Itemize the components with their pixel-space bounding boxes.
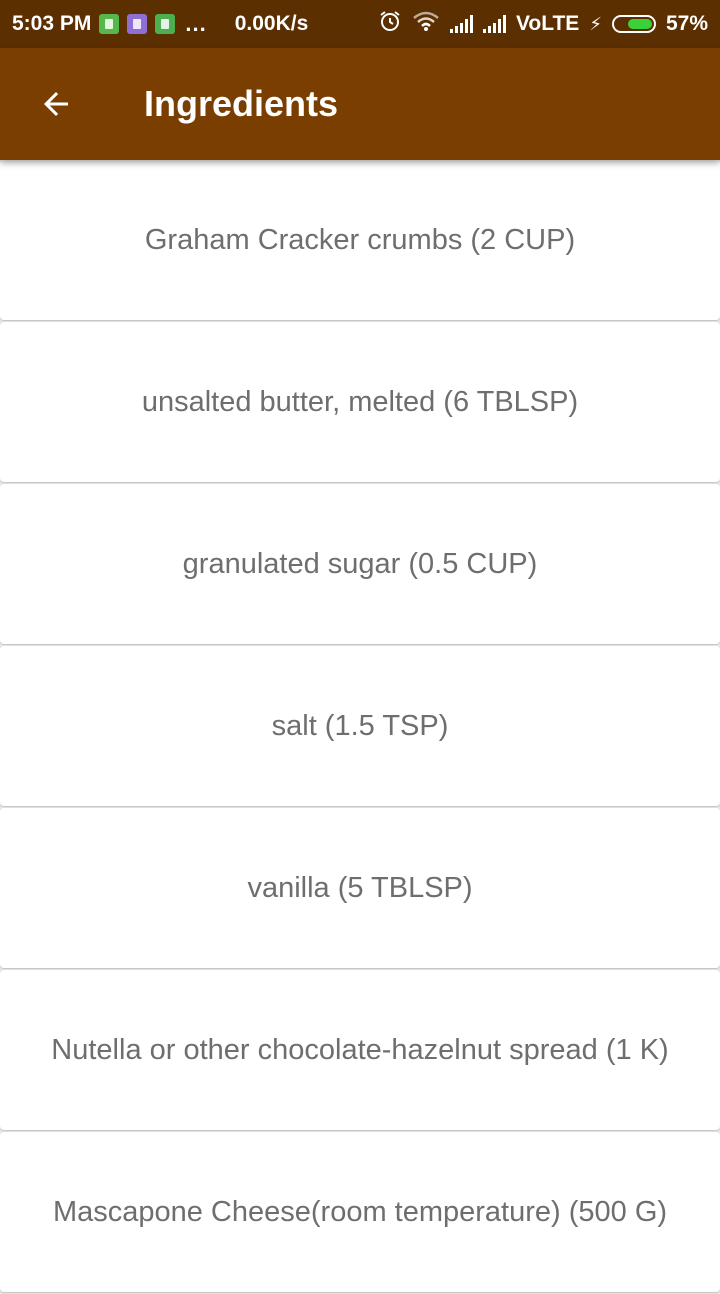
status-bar: 5:03 PM ... 0.00K/s VoLTE ⚡ 57%	[0, 0, 720, 48]
ingredient-label: Graham Cracker crumbs (2 CUP)	[144, 223, 576, 256]
ingredient-label: unsalted butter, melted (6 TBLSP)	[141, 385, 579, 418]
arrow-back-icon	[44, 92, 68, 116]
ingredient-card[interactable]: vanilla (5 TBLSP)	[0, 808, 720, 968]
app-bar: Ingredients	[0, 48, 720, 160]
ingredient-label: salt (1.5 TSP)	[271, 709, 449, 742]
ingredient-card[interactable]: Mascapone Cheese(room temperature) (500 …	[0, 1132, 720, 1292]
ingredient-label: Mascapone Cheese(room temperature) (500 …	[52, 1195, 668, 1228]
charging-icon: ⚡	[589, 13, 602, 34]
status-time: 5:03 PM	[12, 12, 92, 35]
ingredient-card[interactable]: granulated sugar (0.5 CUP)	[0, 484, 720, 644]
signal-icon	[482, 15, 506, 33]
back-button[interactable]	[28, 76, 84, 132]
alarm-icon	[378, 9, 402, 39]
network-speed: 0.00K/s	[234, 12, 309, 35]
network-type: VoLTE	[515, 12, 580, 35]
ingredient-label: vanilla (5 TBLSP)	[247, 871, 473, 904]
sim-notification-icon	[99, 14, 120, 34]
app-notification-icon	[127, 14, 148, 34]
ingredient-card[interactable]: unsalted butter, melted (6 TBLSP)	[0, 322, 720, 482]
ingredient-label: granulated sugar (0.5 CUP)	[182, 547, 538, 580]
page-title: Ingredients	[144, 83, 339, 124]
ingredient-card[interactable]: Nutella or other chocolate-hazelnut spre…	[0, 970, 720, 1130]
android-notification-icon	[155, 14, 176, 34]
battery-icon	[611, 15, 656, 33]
battery-percent: 57%	[665, 12, 708, 35]
more-notifications-indicator: ...	[185, 11, 207, 36]
ingredients-list: Graham Cracker crumbs (2 CUP) unsalted b…	[0, 160, 720, 1294]
ingredient-card[interactable]: salt (1.5 TSP)	[0, 646, 720, 806]
ingredient-card[interactable]: Graham Cracker crumbs (2 CUP)	[0, 160, 720, 320]
ingredient-label: Nutella or other chocolate-hazelnut spre…	[51, 1033, 669, 1066]
wifi-icon	[412, 10, 440, 38]
signal-icon	[449, 15, 473, 33]
